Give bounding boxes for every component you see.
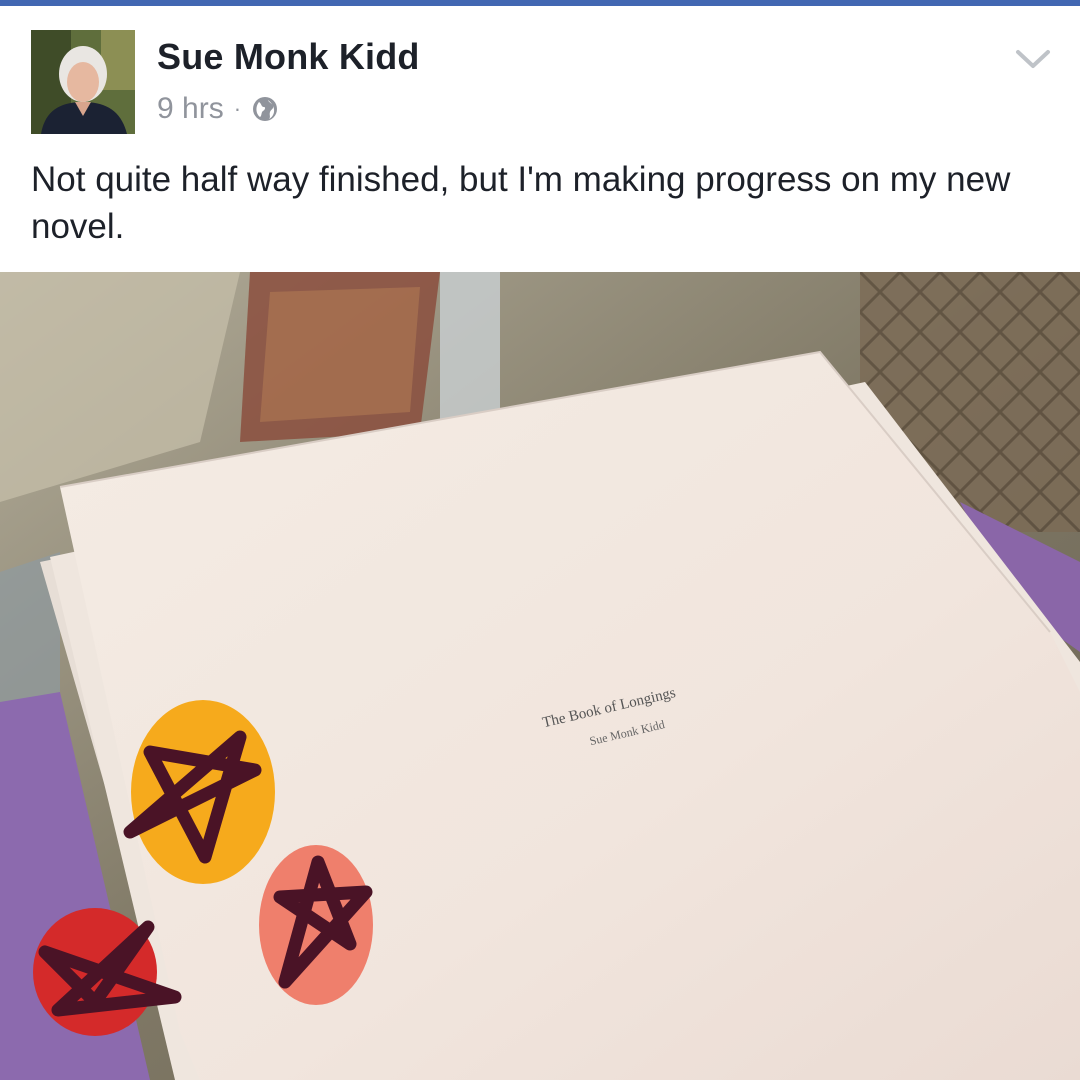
star-sticker-yellow [123, 700, 275, 884]
globe-icon [251, 95, 279, 123]
post-photo[interactable]: The Book of Longings Sue Monk Kidd [0, 272, 1080, 1080]
post-header: Sue Monk Kidd 9 hrs · Not quite half way… [0, 6, 1080, 272]
avatar[interactable] [31, 30, 135, 134]
facebook-post: Sue Monk Kidd 9 hrs · Not quite half way… [0, 0, 1080, 1080]
post-text: Not quite half way finished, but I'm mak… [31, 160, 1011, 246]
avatar-image [31, 30, 135, 134]
post-time[interactable]: 9 hrs [157, 92, 224, 126]
star-sticker-salmon [259, 845, 373, 1005]
meta-separator: · [233, 96, 242, 121]
manuscript-photo: The Book of Longings Sue Monk Kidd [0, 272, 1080, 1080]
post-meta: 9 hrs · [157, 92, 279, 126]
author-name[interactable]: Sue Monk Kidd [157, 36, 420, 78]
chevron-down-icon[interactable] [1010, 44, 1056, 74]
